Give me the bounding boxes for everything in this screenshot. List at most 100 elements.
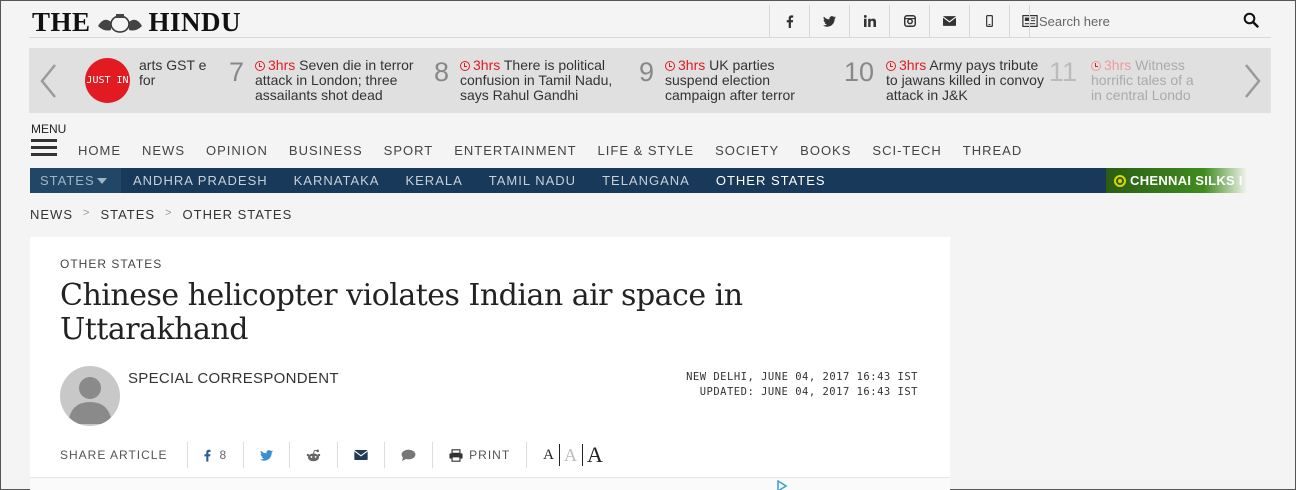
nav-item-entertainment[interactable]: ENTERTAINMENT — [454, 143, 576, 158]
article-headline: Chinese helicopter violates Indian air s… — [60, 278, 743, 347]
nav-item-home[interactable]: HOME — [78, 143, 121, 158]
social-links — [769, 5, 1049, 37]
comments-button[interactable] — [385, 440, 432, 470]
font-size-controls: A A A — [539, 444, 608, 466]
ticker-item-text: 3hrs Witness horrific tales of a in cent… — [1091, 58, 1201, 103]
ticker-next-button[interactable] — [1234, 48, 1271, 113]
search-icon[interactable] — [1243, 12, 1259, 28]
state-item-telangana[interactable]: TELANGANA — [602, 173, 690, 188]
chevron-left-icon — [39, 63, 56, 98]
ticker-item-time: 3hrs — [678, 57, 706, 73]
promo-ring-icon — [1114, 174, 1126, 187]
ticker-item-number: 8 — [434, 57, 450, 87]
search-input[interactable] — [1030, 9, 1230, 33]
share-label: SHARE ARTICLE — [60, 448, 168, 462]
nav-item-sci-tech[interactable]: SCI-TECH — [872, 143, 941, 158]
email-icon[interactable] — [929, 5, 969, 37]
state-item-other-states[interactable]: OTHER STATES — [716, 173, 826, 188]
nav-item-thread[interactable]: THREAD — [963, 143, 1022, 158]
facebook-icon[interactable] — [769, 5, 809, 37]
facebook-share-count: 8 — [219, 448, 228, 462]
ticker-item-time: 3hrs — [473, 57, 501, 73]
menu-label: MENU — [31, 122, 67, 136]
crest-icon — [97, 13, 142, 33]
instagram-icon[interactable] — [889, 5, 929, 37]
ticker-item-text: 3hrs UK parties suspend election campaig… — [665, 58, 815, 103]
ad-strip — [30, 477, 950, 490]
article-section[interactable]: OTHER STATES — [60, 257, 162, 271]
breadcrumb-news[interactable]: NEWS — [30, 207, 73, 222]
mobile-icon[interactable] — [969, 5, 1009, 37]
twitter-icon — [260, 449, 274, 461]
share-email-button[interactable] — [338, 440, 384, 470]
twitter-icon[interactable] — [809, 5, 849, 37]
share-reddit-button[interactable] — [290, 440, 337, 470]
user-icon — [68, 377, 112, 424]
top-bar: THE HINDU — [29, 5, 1271, 38]
chevron-right-icon: > — [165, 207, 173, 219]
print-button[interactable]: PRINT — [433, 440, 526, 470]
hamburger-icon — [31, 139, 57, 156]
clock-icon — [460, 61, 470, 71]
ticker-item[interactable]: arts GST e for — [111, 58, 241, 110]
just-in-ticker: JUST IN arts GST e for 7 3hrs Seven die … — [29, 48, 1271, 113]
promo-banner[interactable]: CHENNAI SILKS I — [1106, 168, 1246, 193]
article-card: OTHER STATES Chinese helicopter violates… — [30, 237, 950, 490]
state-item-karnataka[interactable]: KARNATAKA — [294, 173, 380, 188]
breadcrumb-other-states[interactable]: OTHER STATES — [183, 207, 293, 222]
article-dateline: NEW DELHI, JUNE 04, 2017 16:43 IST UPDAT… — [686, 370, 918, 400]
clock-icon — [886, 61, 896, 71]
ticker-item-time: 3hrs — [1104, 58, 1132, 73]
nav-item-sport[interactable]: SPORT — [384, 143, 434, 158]
caret-down-icon — [96, 177, 107, 184]
just-in-badge: JUST IN — [85, 58, 130, 103]
share-bar: SHARE ARTICLE 8 PRINT A A A — [60, 440, 608, 470]
nav-item-books[interactable]: BOOKS — [800, 143, 851, 158]
ticker-prev-button[interactable] — [29, 48, 66, 113]
reddit-icon — [306, 449, 321, 461]
ticker-item-text: 3hrs Army pays tribute to jawans killed … — [886, 58, 1046, 103]
ticker-item[interactable]: 11 3hrs Witness horrific tales of a in c… — [1049, 58, 1234, 110]
clock-icon — [1091, 61, 1101, 71]
linkedin-icon[interactable] — [849, 5, 889, 37]
ticker-item-number: 10 — [844, 57, 875, 87]
email-icon — [354, 450, 369, 460]
nav-item-opinion[interactable]: OPINION — [206, 143, 268, 158]
share-twitter-button[interactable] — [244, 440, 289, 470]
nav-item-business[interactable]: BUSINESS — [289, 143, 363, 158]
author-avatar — [60, 366, 120, 426]
breadcrumb: NEWS > STATES > OTHER STATES — [30, 207, 292, 222]
state-item-tamil-nadu[interactable]: TAMIL NADU — [489, 173, 576, 188]
states-dropdown[interactable]: STATES — [30, 168, 121, 193]
site-logo[interactable]: THE HINDU — [32, 7, 241, 38]
logo-text-hindu: HINDU — [148, 7, 242, 37]
search-box — [1029, 5, 1271, 37]
font-size-medium-button[interactable]: A — [560, 444, 584, 466]
chevron-right-icon: > — [83, 207, 91, 219]
clock-icon — [255, 61, 265, 71]
font-size-large-button[interactable]: A — [583, 444, 608, 466]
font-size-small-button[interactable]: A — [539, 444, 561, 466]
menu-toggle[interactable]: MENU — [31, 122, 66, 160]
updated-date: UPDATED: JUNE 04, 2017 16:43 IST — [699, 386, 918, 398]
promo-text: CHENNAI SILKS I — [1130, 173, 1243, 188]
author-name[interactable]: SPECIAL CORRESPONDENT — [128, 370, 339, 387]
clock-icon — [665, 61, 675, 71]
logo-text-the: THE — [32, 7, 91, 37]
share-facebook-button[interactable]: 8 — [188, 440, 243, 470]
ticker-item-time: 3hrs — [268, 57, 296, 73]
states-nav: STATES ANDHRA PRADESH KARNATAKA KERALA T… — [30, 168, 1106, 193]
state-item-kerala[interactable]: KERALA — [405, 173, 462, 188]
comment-icon — [401, 449, 416, 461]
state-item-andhra-pradesh[interactable]: ANDHRA PRADESH — [133, 173, 268, 188]
main-nav: HOME NEWS OPINION BUSINESS SPORT ENTERTA… — [78, 143, 1043, 158]
breadcrumb-states[interactable]: STATES — [100, 207, 155, 222]
ticker-item-text: 3hrs There is political confusion in Tam… — [460, 58, 630, 103]
nav-item-news[interactable]: NEWS — [142, 143, 185, 158]
adchoices-icon[interactable] — [776, 480, 788, 490]
ticker-item-number: 11 — [1049, 58, 1078, 87]
ticker-item-number: 9 — [639, 57, 655, 87]
nav-item-society[interactable]: SOCIETY — [715, 143, 779, 158]
states-dropdown-label: STATES — [40, 173, 95, 188]
nav-item-life-style[interactable]: LIFE & STYLE — [598, 143, 695, 158]
